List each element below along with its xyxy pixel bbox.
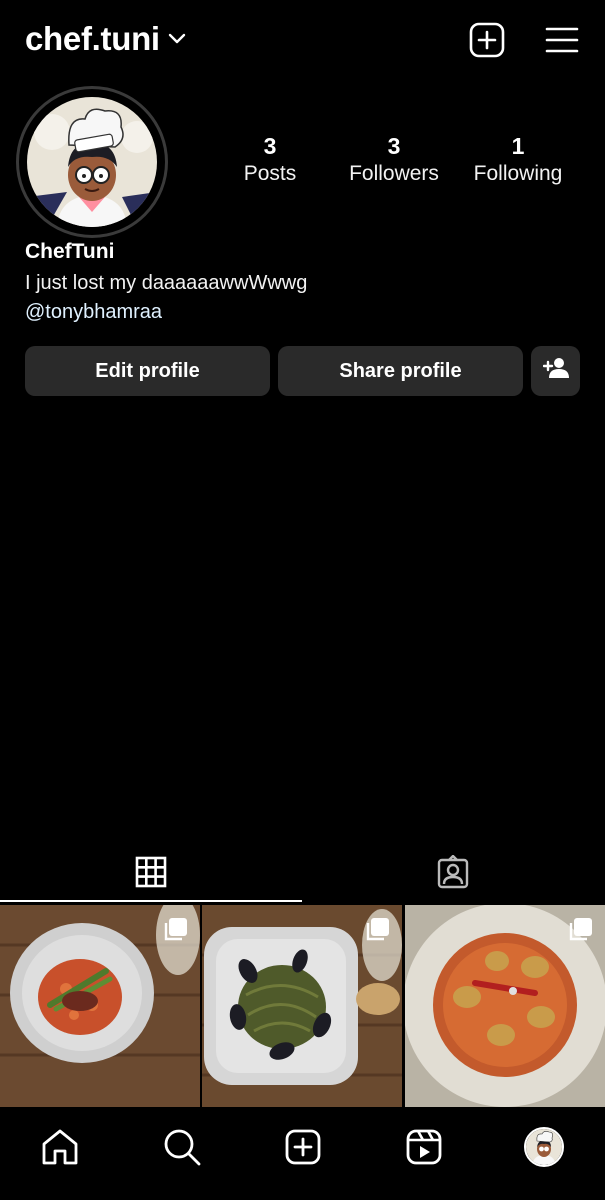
- followers-label: Followers: [349, 162, 439, 185]
- active-tab-indicator: [0, 900, 302, 902]
- following-count[interactable]: 1 Following: [448, 132, 588, 188]
- posts-label: Posts: [243, 162, 297, 185]
- tab-posts-grid[interactable]: [0, 845, 302, 903]
- grid-icon: [135, 856, 167, 893]
- avatar-illustration: [27, 97, 157, 227]
- home-icon[interactable]: [38, 1125, 82, 1169]
- share-profile-button[interactable]: Share profile: [278, 346, 523, 396]
- followers-count[interactable]: 3 Followers: [324, 132, 464, 188]
- reels-icon[interactable]: [402, 1125, 446, 1169]
- chevron-down-icon: [168, 32, 186, 50]
- following-number: 1: [511, 133, 525, 159]
- multiple-photos-icon: [162, 917, 188, 948]
- post-thumbnail[interactable]: [202, 905, 402, 1107]
- tagged-icon: [436, 853, 470, 894]
- post-thumbnail[interactable]: [0, 905, 200, 1107]
- profile-avatar[interactable]: [16, 86, 168, 238]
- profile-tab[interactable]: [522, 1125, 566, 1169]
- empty-highlights-area: [0, 410, 605, 840]
- post-thumbnail[interactable]: [405, 905, 605, 1107]
- search-icon[interactable]: [160, 1125, 204, 1169]
- account-switcher[interactable]: chef.tuni: [25, 20, 186, 58]
- display-name: ChefTuni: [25, 240, 115, 263]
- bio-link[interactable]: @tonybhamraa: [25, 301, 162, 324]
- username: chef.tuni: [25, 20, 160, 57]
- multiple-photos-icon: [567, 917, 593, 948]
- edit-profile-button[interactable]: Edit profile: [25, 346, 270, 396]
- content-tabs: [0, 845, 605, 903]
- posts-grid: [0, 905, 605, 1107]
- multiple-photos-icon: [364, 917, 390, 948]
- profile-stats: 3 Posts 3 Followers 1 Following: [200, 132, 605, 192]
- profile-avatar-small: [524, 1127, 564, 1167]
- discover-people-button[interactable]: [531, 346, 580, 396]
- following-label: Following: [473, 162, 563, 185]
- posts-number: 3: [263, 133, 277, 159]
- bio-text: I just lost my daaaaaawwWwwg: [25, 272, 308, 294]
- create-post-icon[interactable]: [467, 20, 507, 60]
- tab-tagged[interactable]: [302, 845, 604, 903]
- bottom-navigation: [0, 1107, 605, 1200]
- profile-header: chef.tuni: [0, 0, 605, 84]
- followers-number: 3: [387, 133, 401, 159]
- menu-icon[interactable]: [542, 20, 582, 60]
- add-person-icon: [542, 357, 569, 385]
- create-icon[interactable]: [281, 1125, 325, 1169]
- posts-count[interactable]: 3 Posts: [200, 132, 340, 188]
